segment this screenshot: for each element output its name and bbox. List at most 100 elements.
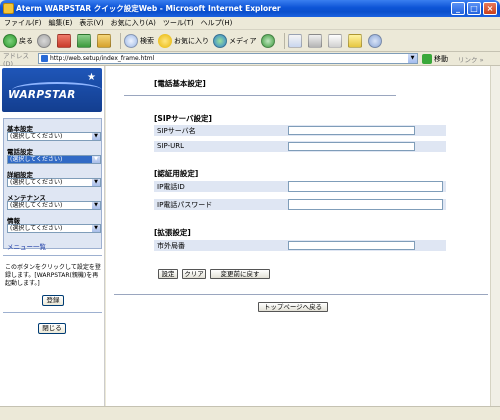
go-arrow-icon	[422, 53, 432, 64]
menu-tools[interactable]: ツール(T)	[163, 18, 194, 28]
menu-list-link[interactable]: メニュー一覧	[7, 241, 46, 251]
form-row-ip-phone-id: IP電話ID	[154, 181, 446, 192]
mail-button[interactable]	[287, 32, 304, 50]
sip-server-name-label: SIPサーバ名	[157, 127, 196, 135]
messenger-icon	[367, 33, 382, 48]
maximize-button[interactable]: □	[467, 2, 481, 15]
close-frame-button[interactable]: 閉じる	[38, 323, 66, 334]
form-row-area-code: 市外局番	[154, 240, 446, 251]
nav-label-maintenance: メンテナンス	[7, 194, 46, 202]
form-row-ip-phone-password: IP電話パスワード	[154, 199, 446, 210]
search-button[interactable]: 検索	[124, 32, 154, 50]
go-button[interactable]: 移動	[422, 53, 448, 64]
history-button[interactable]	[260, 32, 277, 50]
select-basic[interactable]: (選択してください) ▼	[7, 132, 101, 141]
edit-button[interactable]	[327, 32, 344, 50]
ip-phone-password-input[interactable]	[288, 199, 443, 210]
refresh-button[interactable]	[77, 32, 93, 50]
select-phone[interactable]: (選択してください) ▼	[7, 155, 101, 164]
area-code-input[interactable]	[288, 241, 415, 250]
chevron-down-icon: ▼	[92, 133, 100, 140]
stop-button[interactable]	[57, 32, 73, 50]
home-icon	[97, 33, 111, 48]
nav-section-maintenance: メンテナンス (選択してください) ▼	[7, 192, 101, 210]
star-icon	[158, 33, 172, 48]
search-icon	[124, 33, 138, 48]
set-button[interactable]: 設定	[158, 269, 178, 279]
address-input[interactable]: http://web.setup/index_frame.html ▼	[38, 53, 418, 64]
edit-page-icon	[327, 33, 342, 48]
ip-phone-password-label: IP電話パスワード	[157, 201, 213, 209]
select-info[interactable]: (選択してください) ▼	[7, 224, 101, 233]
chevron-down-icon: ▼	[92, 225, 100, 232]
address-bar: アドレス(D) http://web.setup/index_frame.htm…	[0, 51, 500, 68]
print-button[interactable]	[307, 32, 324, 50]
links-toolbar[interactable]: リンク »	[458, 54, 484, 64]
warpstar-logo: ★ WARPSTAR	[2, 68, 102, 112]
select-detail[interactable]: (選択してください) ▼	[7, 178, 101, 187]
toolbar-separator	[283, 32, 285, 49]
footer-divider	[114, 294, 488, 295]
media-label: メディア	[229, 36, 257, 45]
forward-button[interactable]	[37, 32, 53, 50]
messenger-button[interactable]	[367, 32, 384, 50]
address-url: http://web.setup/index_frame.html	[50, 55, 155, 62]
minimize-button[interactable]: _	[451, 2, 465, 15]
select-maintenance[interactable]: (選択してください) ▼	[7, 201, 101, 210]
select-basic-value: (選択してください)	[10, 133, 63, 140]
nav-section-basic: 基本設定 (選択してください) ▼	[7, 123, 101, 141]
discuss-button[interactable]	[347, 32, 364, 50]
ie-app-icon	[3, 3, 14, 14]
clear-button[interactable]: クリア	[182, 269, 206, 279]
menu-file[interactable]: ファイル(F)	[4, 18, 42, 28]
title-divider	[124, 95, 396, 96]
address-dropdown-icon[interactable]: ▼	[408, 54, 417, 63]
chevron-down-icon: ▼	[92, 202, 100, 209]
register-button[interactable]: 登録	[42, 295, 64, 306]
sidebar-divider	[3, 312, 102, 313]
ip-phone-id-input[interactable]	[288, 181, 443, 192]
toolbar-separator	[120, 32, 121, 49]
back-button[interactable]: 戻る	[3, 32, 33, 50]
sip-url-input[interactable]	[288, 142, 415, 151]
register-note: このボタンをクリックして設定を登録します。[WARPSTAR(親機)を再起動しま…	[5, 264, 101, 287]
toolbar: 戻る 検索 お気に入り メディア	[0, 30, 500, 52]
address-label: アドレス(D)	[3, 51, 29, 68]
back-label: 戻る	[19, 36, 33, 45]
nav-label-detail: 詳細設定	[7, 171, 33, 179]
logo-text: WARPSTAR	[8, 89, 76, 101]
media-button[interactable]: メディア	[213, 32, 257, 50]
top-page-button[interactable]: トップページへ戻る	[258, 302, 328, 312]
favorites-button[interactable]: お気に入り	[158, 32, 209, 50]
menu-view[interactable]: 表示(V)	[79, 18, 103, 28]
revert-button[interactable]: 変更前に戻す	[210, 269, 270, 279]
media-icon	[213, 33, 227, 48]
sip-server-name-input[interactable]	[288, 126, 415, 135]
back-arrow-icon	[3, 33, 17, 48]
sip-url-label: SIP-URL	[157, 142, 184, 150]
forward-arrow-icon	[37, 33, 51, 48]
page-icon	[41, 55, 48, 62]
extension-heading: [拡張設定]	[154, 228, 191, 237]
menu-favorites[interactable]: お気に入り(A)	[111, 18, 156, 28]
close-button[interactable]: ×	[483, 2, 497, 15]
chevron-down-icon: ▼	[92, 156, 100, 163]
nav-box: 基本設定 (選択してください) ▼ 電話設定 (選択してください) ▼ 詳細設定…	[3, 118, 102, 251]
note-icon	[347, 33, 362, 48]
history-icon	[260, 33, 275, 48]
page-title: [電話基本設定]	[154, 79, 206, 88]
menu-help[interactable]: ヘルプ(H)	[201, 18, 233, 28]
star-icon: ★	[87, 72, 96, 83]
sip-server-heading: [SIPサーバ設定]	[154, 114, 212, 123]
home-button[interactable]	[97, 32, 113, 50]
menu-edit[interactable]: 編集(E)	[49, 18, 73, 28]
sidebar-divider	[3, 255, 102, 256]
left-frame: ★ WARPSTAR 基本設定 (選択してください) ▼ 電話設定 (選択してく…	[0, 66, 105, 406]
nav-section-info: 情報 (選択してください) ▼	[7, 215, 101, 233]
printer-icon	[307, 33, 322, 48]
nav-label-phone: 電話設定	[7, 148, 33, 156]
form-row-sip-url: SIP-URL	[154, 141, 446, 152]
search-label: 検索	[140, 36, 154, 45]
browser-window: Aterm WARPSTAR クイック設定Web - Microsoft Int…	[0, 0, 500, 420]
vertical-scrollbar[interactable]	[490, 66, 500, 406]
